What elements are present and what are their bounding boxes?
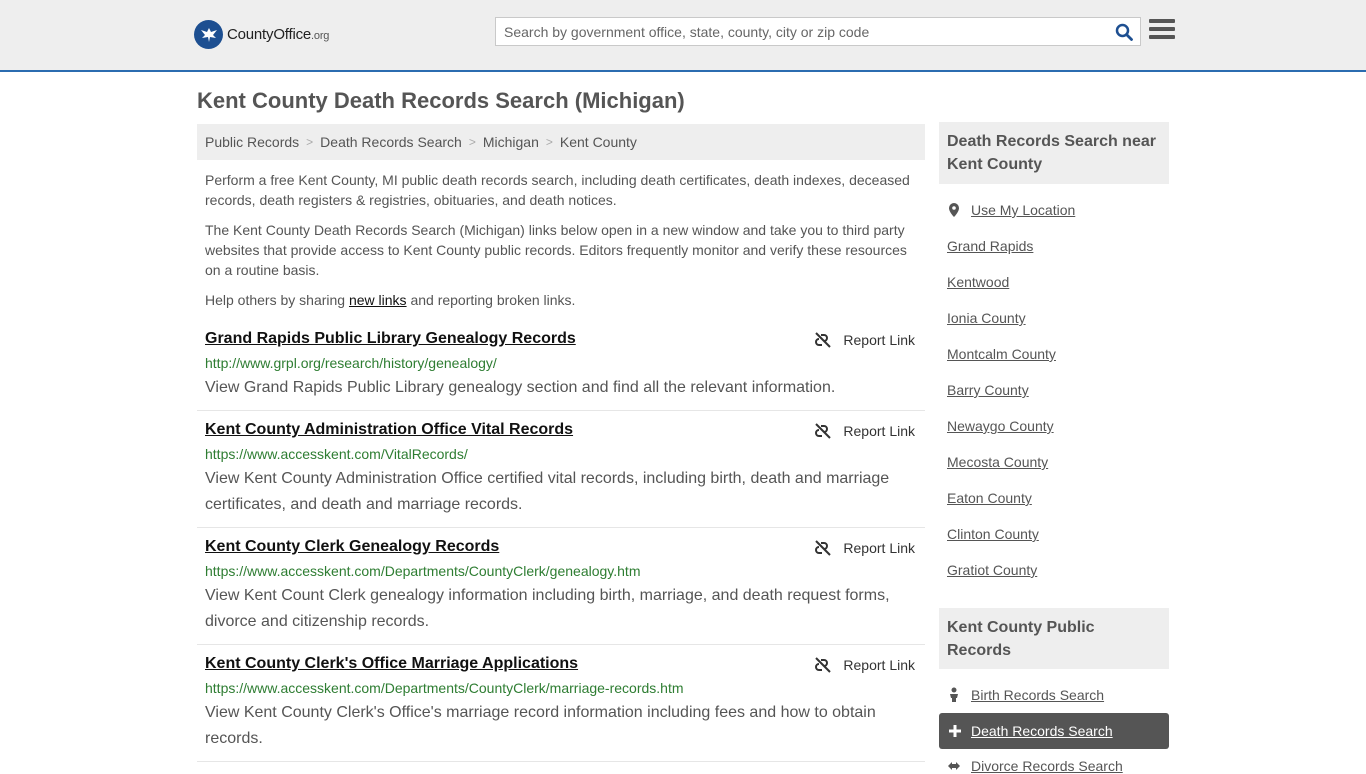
split-arrows-icon <box>948 762 960 770</box>
chevron-right-icon: > <box>545 135 553 149</box>
result-title-link[interactable]: Kent County Clerk Genealogy Records <box>205 538 499 556</box>
result-description: View Kent County Clerk's Office's marria… <box>205 704 876 747</box>
hamburger-menu-icon[interactable] <box>1149 19 1175 43</box>
sidebar-near-link-eaton-county[interactable]: Eaton County <box>947 490 1032 506</box>
logo-text: CountyOffice.org <box>227 26 330 43</box>
sidebar-near-link-newaygo-county[interactable]: Newaygo County <box>947 418 1054 434</box>
result-description: View Grand Rapids Public Library genealo… <box>205 379 836 396</box>
sidebar-death-records-link-active[interactable]: Death Records Search <box>939 713 1169 749</box>
breadcrumb: Public Records > Death Records Search > … <box>197 124 925 160</box>
breadcrumb-public-records[interactable]: Public Records <box>205 134 299 150</box>
chevron-right-icon: > <box>468 135 476 149</box>
result-url: http://www.grpl.org/research/history/gen… <box>205 355 497 371</box>
use-my-location-link[interactable]: Use My Location <box>947 202 1075 218</box>
broken-link-icon <box>815 332 832 348</box>
intro-text: Perform a free Kent County, MI public de… <box>205 170 917 320</box>
sidebar-near-link-ionia-county[interactable]: Ionia County <box>947 310 1026 326</box>
logo-eagle-icon <box>194 20 223 49</box>
location-pin-icon <box>949 203 959 217</box>
sidebar-near-link-kentwood[interactable]: Kentwood <box>947 274 1009 290</box>
sidebar-public-records-heading: Kent County Public Records <box>939 608 1169 669</box>
report-link-button[interactable]: Report Link <box>815 657 915 673</box>
intro-paragraph-2: The Kent County Death Records Search (Mi… <box>205 222 907 278</box>
result-item: Kent County Clerk Genealogy Records Repo… <box>197 538 925 645</box>
baby-icon <box>950 687 958 702</box>
report-link-button[interactable]: Report Link <box>815 332 915 348</box>
result-title-link[interactable]: Grand Rapids Public Library Genealogy Re… <box>205 330 576 348</box>
sidebar-near-link-mecosta-county[interactable]: Mecosta County <box>947 454 1048 470</box>
sidebar-near-link-gratiot-county[interactable]: Gratiot County <box>947 562 1037 578</box>
result-url: https://www.accesskent.com/Departments/C… <box>205 680 684 696</box>
page-title: Kent County Death Records Search (Michig… <box>197 88 685 113</box>
report-link-button[interactable]: Report Link <box>815 423 915 439</box>
chevron-right-icon: > <box>306 135 314 149</box>
intro-paragraph-1: Perform a free Kent County, MI public de… <box>205 172 910 208</box>
breadcrumb-michigan[interactable]: Michigan <box>483 134 539 150</box>
search-icon[interactable] <box>1108 18 1140 45</box>
result-description: View Kent County Administration Office c… <box>205 470 890 513</box>
sidebar-near-heading: Death Records Search near Kent County <box>939 122 1169 184</box>
sidebar-near-link-grand-rapids[interactable]: Grand Rapids <box>947 238 1033 254</box>
result-item: Grand Rapids Public Library Genealogy Re… <box>197 330 925 411</box>
result-title-link[interactable]: Kent County Clerk's Office Marriage Appl… <box>205 655 578 673</box>
share-paragraph: Help others by sharing new links and rep… <box>205 292 576 308</box>
result-title-link[interactable]: Kent County Administration Office Vital … <box>205 421 573 439</box>
sidebar-near-link-barry-county[interactable]: Barry County <box>947 382 1029 398</box>
result-url: https://www.accesskent.com/Departments/C… <box>205 563 641 579</box>
result-item: Kent County Clerk's Office Marriage Appl… <box>197 655 925 762</box>
result-url: https://www.accesskent.com/VitalRecords/ <box>205 446 468 462</box>
sidebar-birth-records-link[interactable]: Birth Records Search <box>947 687 1104 703</box>
cross-icon <box>949 725 961 737</box>
sidebar-divorce-records-link[interactable]: Divorce Records Search <box>947 758 1123 774</box>
broken-link-icon <box>815 423 832 439</box>
breadcrumb-death-records[interactable]: Death Records Search <box>320 134 462 150</box>
broken-link-icon <box>815 657 832 673</box>
search-input[interactable] <box>496 18 1108 45</box>
report-link-button[interactable]: Report Link <box>815 540 915 556</box>
top-header: CountyOffice.org <box>0 0 1366 72</box>
search-box <box>495 17 1141 46</box>
site-logo[interactable]: CountyOffice.org <box>194 20 329 49</box>
result-item: Kent County Administration Office Vital … <box>197 421 925 528</box>
breadcrumb-kent-county[interactable]: Kent County <box>560 134 637 150</box>
broken-link-icon <box>815 540 832 556</box>
sidebar-near-link-clinton-county[interactable]: Clinton County <box>947 526 1039 542</box>
new-links-link[interactable]: new links <box>349 292 407 308</box>
result-description: View Kent Count Clerk genealogy informat… <box>205 587 890 630</box>
sidebar-near-link-montcalm-county[interactable]: Montcalm County <box>947 346 1056 362</box>
